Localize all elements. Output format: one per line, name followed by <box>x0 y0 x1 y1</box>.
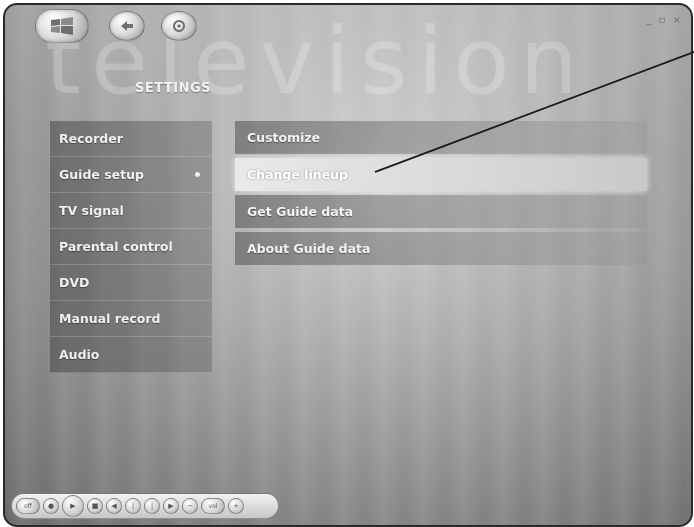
settings-menu: Recorder Guide setup TV signal Parental … <box>50 121 212 373</box>
option-get-guide-data[interactable]: Get Guide data <box>235 195 647 228</box>
menu-item-label: DVD <box>59 275 90 290</box>
fast-forward-icon: ▶ <box>168 502 174 510</box>
menu-item-recorder[interactable]: Recorder <box>50 121 212 157</box>
menu-item-tv-signal[interactable]: TV signal <box>50 193 212 229</box>
menu-item-label: Audio <box>59 347 100 362</box>
power-off-button[interactable]: off <box>16 498 40 514</box>
menu-item-label: Parental control <box>59 239 173 254</box>
window-controls[interactable]: _ ▫ × <box>646 15 683 26</box>
home-button[interactable] <box>161 11 197 41</box>
menu-item-audio[interactable]: Audio <box>50 337 212 373</box>
skip-back-button[interactable]: | <box>125 498 141 514</box>
menu-item-label: Guide setup <box>59 167 144 182</box>
guide-setup-options: Customize Change lineup Get Guide data A… <box>235 121 647 269</box>
menu-item-label: Manual record <box>59 311 161 326</box>
skip-forward-button[interactable]: | <box>144 498 160 514</box>
skip-back-icon: | <box>131 502 135 510</box>
skip-forward-icon: | <box>150 502 154 510</box>
menu-item-label: TV signal <box>59 203 124 218</box>
page-title: SETTINGS <box>135 81 212 96</box>
title-bar: _ ▫ × <box>5 5 691 47</box>
menu-item-parental-control[interactable]: Parental control <box>50 229 212 265</box>
option-change-lineup[interactable]: Change lineup <box>235 158 647 191</box>
volume-up-button[interactable]: + <box>228 498 244 514</box>
rewind-button[interactable]: ◀ <box>106 498 122 514</box>
menu-item-dvd[interactable]: DVD <box>50 265 212 301</box>
stop-button[interactable]: ■ <box>87 498 103 514</box>
volume-label-button[interactable]: vol <box>201 498 225 514</box>
windows-media-center-start-icon <box>51 17 73 35</box>
play-icon: ▶ <box>70 502 76 510</box>
back-arrow-icon <box>121 21 133 31</box>
home-icon <box>173 20 185 32</box>
play-pause-button[interactable]: ▶ <box>62 495 84 517</box>
rewind-icon: ◀ <box>111 502 117 510</box>
mute-icon: − <box>187 502 193 510</box>
menu-item-manual-record[interactable]: Manual record <box>50 301 212 337</box>
menu-item-label: Recorder <box>59 131 123 146</box>
menu-item-guide-setup[interactable]: Guide setup <box>50 157 212 193</box>
mute-button[interactable]: − <box>182 498 198 514</box>
selected-bullet-icon <box>195 172 200 177</box>
power-off-label: off <box>24 502 32 510</box>
volume-label: vol <box>208 502 218 510</box>
back-button[interactable] <box>109 11 145 41</box>
plus-icon: + <box>233 502 239 510</box>
record-button[interactable]: ● <box>43 498 59 514</box>
start-button[interactable] <box>35 9 89 43</box>
option-customize[interactable]: Customize <box>235 121 647 154</box>
option-about-guide-data[interactable]: About Guide data <box>235 232 647 265</box>
media-center-window: television _ ▫ × SETTINGS Recorder Guide… <box>3 3 693 527</box>
fast-forward-button[interactable]: ▶ <box>163 498 179 514</box>
transport-controls: off ● ▶ ■ ◀ | | ▶ − vol + <box>11 493 279 519</box>
stop-icon: ■ <box>91 502 99 510</box>
record-icon: ● <box>47 502 55 510</box>
